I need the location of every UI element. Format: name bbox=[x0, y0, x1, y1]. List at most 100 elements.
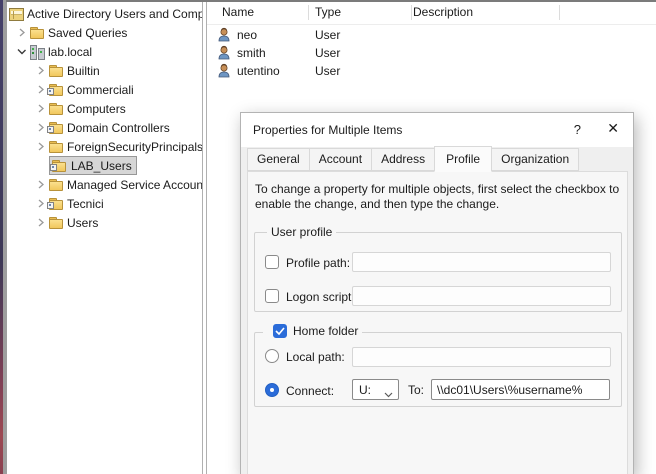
folder-icon bbox=[49, 178, 64, 192]
user-profile-group-label: User profile bbox=[267, 225, 336, 239]
profile-path-input[interactable] bbox=[352, 252, 611, 272]
list-cell-name: neo bbox=[237, 28, 257, 42]
local-path-radio[interactable] bbox=[265, 349, 279, 363]
column-separator[interactable] bbox=[411, 5, 412, 20]
list-cell-name: smith bbox=[237, 46, 266, 60]
tab-strip: General Account Address Profile Organiza… bbox=[247, 147, 578, 171]
folder-icon bbox=[49, 140, 64, 154]
folder-icon bbox=[49, 216, 64, 230]
ou-folder-icon bbox=[52, 159, 67, 173]
tab-general[interactable]: General bbox=[247, 148, 310, 171]
tree-item-managed-service-accounts[interactable]: Managed Service Accounts bbox=[7, 175, 202, 194]
chevron-right-icon[interactable] bbox=[32, 142, 49, 151]
tree-item-label: Managed Service Accounts bbox=[67, 178, 202, 192]
list-cell-name: utentino bbox=[237, 64, 280, 78]
folder-icon bbox=[49, 64, 64, 78]
list-column-header: Name Type Description bbox=[207, 2, 656, 25]
tree-item-domain-controllers[interactable]: Domain Controllers bbox=[7, 118, 202, 137]
home-folder-label: Home folder bbox=[293, 324, 358, 338]
local-path-input[interactable] bbox=[352, 347, 611, 367]
tree-item-lab-users[interactable]: LAB_Users bbox=[7, 156, 202, 175]
logon-script-label: Logon script: bbox=[286, 290, 355, 304]
tree-item-label: Active Directory Users and Computers bbox=[27, 7, 202, 21]
profile-path-checkbox[interactable] bbox=[265, 255, 279, 269]
list-row-neo[interactable]: neo User bbox=[207, 26, 656, 44]
profile-path-label: Profile path: bbox=[286, 256, 350, 270]
tree-item-label: Tecnici bbox=[67, 197, 104, 211]
chevron-right-icon[interactable] bbox=[32, 218, 49, 227]
tree-item-label: Commerciali bbox=[67, 83, 134, 97]
tree-item-commerciali[interactable]: Commerciali bbox=[7, 80, 202, 99]
local-path-label: Local path: bbox=[286, 350, 345, 364]
console-tree-pane: Active Directory Users and Computers Sav… bbox=[7, 2, 202, 474]
folder-icon bbox=[30, 26, 45, 40]
ou-folder-icon bbox=[49, 121, 64, 135]
tree-item-label: lab.local bbox=[48, 45, 92, 59]
column-header-name[interactable]: Name bbox=[222, 5, 254, 19]
chevron-right-icon[interactable] bbox=[32, 180, 49, 189]
tree-item-root[interactable]: Active Directory Users and Computers bbox=[7, 4, 202, 23]
tree-item-lab-local[interactable]: lab.local bbox=[7, 42, 202, 61]
chevron-down-icon[interactable] bbox=[13, 47, 30, 56]
folder-icon bbox=[49, 102, 64, 116]
tree-item-label: LAB_Users bbox=[71, 159, 132, 173]
ou-folder-icon bbox=[49, 83, 64, 97]
help-icon[interactable]: ? bbox=[574, 122, 581, 137]
user-profile-group: User profile Profile path: Logon script: bbox=[254, 232, 622, 312]
logon-script-checkbox[interactable] bbox=[265, 289, 279, 303]
home-folder-checkbox[interactable] bbox=[273, 324, 287, 338]
ou-folder-icon bbox=[49, 197, 64, 211]
dialog-title: Properties for Multiple Items bbox=[253, 123, 402, 137]
drive-letter-select[interactable]: U: bbox=[352, 379, 399, 400]
tree-item-label: Domain Controllers bbox=[67, 121, 170, 135]
tab-profile[interactable]: Profile bbox=[434, 146, 492, 172]
tree-item-label: Saved Queries bbox=[48, 26, 127, 40]
column-separator[interactable] bbox=[559, 5, 560, 20]
drive-letter-value: U: bbox=[359, 383, 371, 397]
chevron-right-icon[interactable] bbox=[32, 66, 49, 75]
properties-dialog: Properties for Multiple Items ? ✕ Genera… bbox=[240, 112, 634, 474]
tree-item-builtin[interactable]: Builtin bbox=[7, 61, 202, 80]
chevron-down-icon bbox=[384, 387, 393, 401]
user-icon bbox=[217, 63, 231, 81]
tree-item-saved-queries[interactable]: Saved Queries bbox=[7, 23, 202, 42]
column-header-description[interactable]: Description bbox=[413, 5, 473, 19]
home-folder-header: Home folder bbox=[263, 324, 362, 338]
list-cell-type: User bbox=[315, 28, 340, 42]
tab-account[interactable]: Account bbox=[309, 148, 372, 171]
chevron-right-icon[interactable] bbox=[32, 104, 49, 113]
to-label: To: bbox=[408, 383, 424, 397]
tree-item-computers[interactable]: Computers bbox=[7, 99, 202, 118]
user-icon bbox=[217, 27, 231, 45]
connect-path-input[interactable] bbox=[431, 379, 610, 400]
directory-root-icon bbox=[9, 8, 24, 21]
home-folder-group: Home folder Local path: Connect: U: To: bbox=[254, 332, 622, 407]
column-header-type[interactable]: Type bbox=[315, 5, 341, 19]
tree-item-label: Builtin bbox=[67, 64, 100, 78]
tab-address[interactable]: Address bbox=[371, 148, 435, 171]
aduc-console-window: Active Directory Users and Computers Sav… bbox=[0, 0, 656, 474]
connect-label: Connect: bbox=[286, 384, 334, 398]
close-icon[interactable]: ✕ bbox=[603, 120, 623, 137]
list-row-smith[interactable]: smith User bbox=[207, 44, 656, 62]
selected-tree-item-highlight[interactable]: LAB_Users bbox=[49, 156, 137, 175]
dialog-titlebar: Properties for Multiple Items ? ✕ bbox=[241, 113, 633, 147]
user-icon bbox=[217, 45, 231, 63]
domain-icon bbox=[30, 45, 45, 59]
list-cell-type: User bbox=[315, 46, 340, 60]
column-separator[interactable] bbox=[308, 5, 309, 20]
tree-item-foreign-security-principals[interactable]: ForeignSecurityPrincipals bbox=[7, 137, 202, 156]
tree-item-tecnici[interactable]: Tecnici bbox=[7, 194, 202, 213]
list-cell-type: User bbox=[315, 64, 340, 78]
profile-tab-page: To change a property for multiple object… bbox=[247, 171, 628, 474]
tree-item-label: Users bbox=[67, 216, 98, 230]
connect-radio[interactable] bbox=[265, 383, 279, 397]
list-row-utentino[interactable]: utentino User bbox=[207, 62, 656, 80]
instruction-text: To change a property for multiple object… bbox=[255, 182, 619, 212]
tree-item-label: ForeignSecurityPrincipals bbox=[67, 140, 202, 154]
logon-script-input[interactable] bbox=[352, 286, 611, 306]
tab-organization[interactable]: Organization bbox=[491, 148, 579, 171]
tree-item-users[interactable]: Users bbox=[7, 213, 202, 232]
chevron-right-icon[interactable] bbox=[13, 28, 30, 37]
tree-item-label: Computers bbox=[67, 102, 126, 116]
